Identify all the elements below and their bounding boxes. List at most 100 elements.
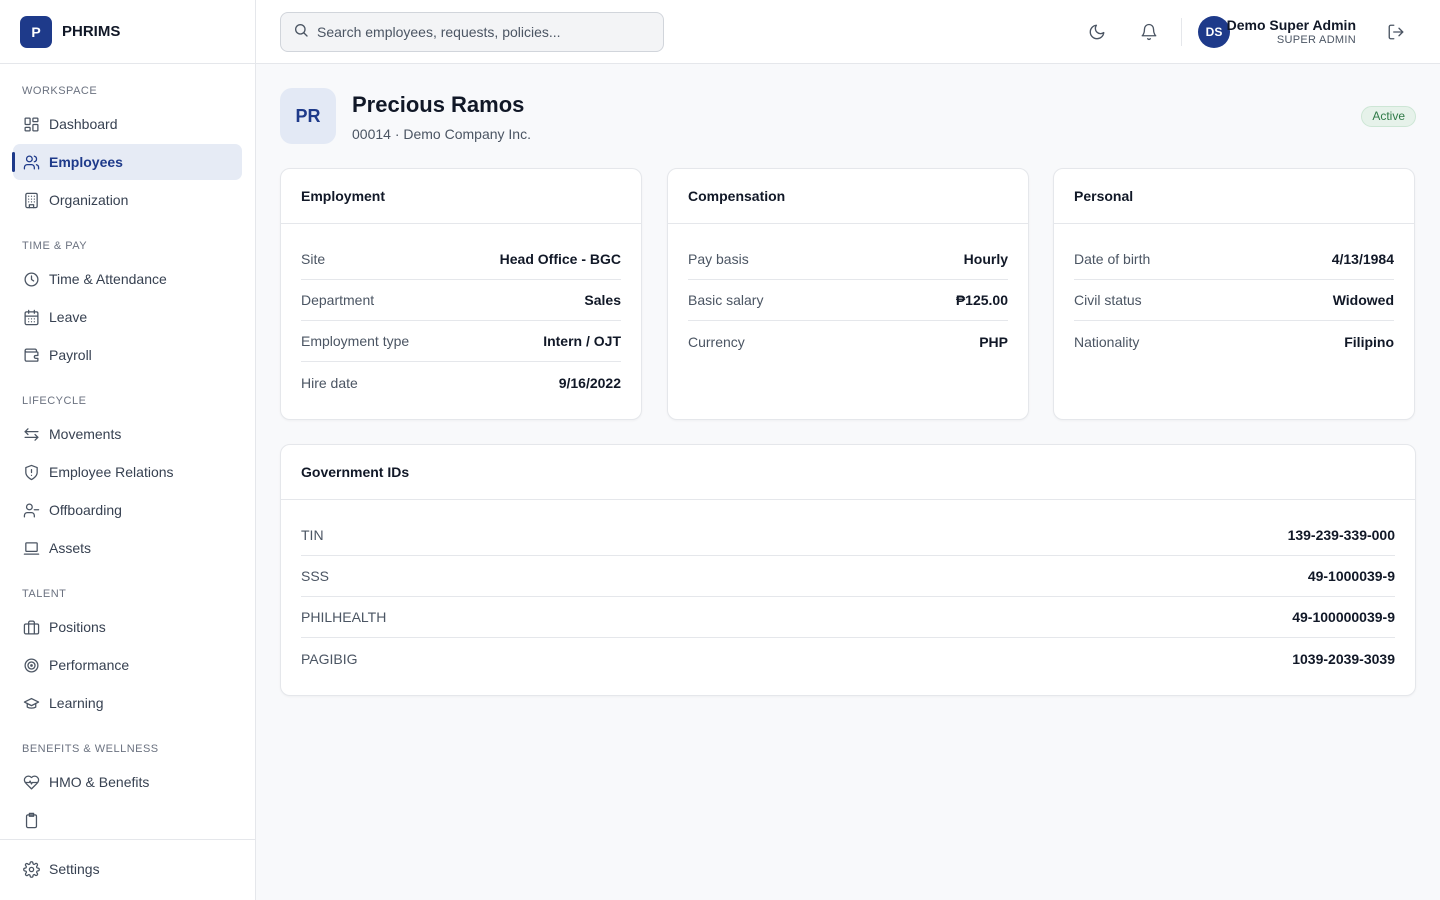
user-name: Demo Super Admin xyxy=(1226,17,1356,33)
row-value: 1039-2039-3039 xyxy=(1292,650,1395,667)
row-value: 139-239-339-000 xyxy=(1287,527,1395,543)
notifications-button[interactable] xyxy=(1135,18,1163,46)
top-header: DS Demo Super Admin SUPER ADMIN xyxy=(256,0,1440,64)
info-row: SSS 49-1000039-9 xyxy=(301,556,1395,597)
briefcase-icon xyxy=(22,618,40,636)
moon-icon xyxy=(1088,23,1106,41)
graduation-cap-icon xyxy=(22,694,40,712)
sidebar-item-offboarding[interactable]: Offboarding xyxy=(13,492,242,528)
profile-avatar: PR xyxy=(280,88,336,144)
government-ids-card: Government IDs TIN 139-239-339-000 SSS 49-1… xyxy=(280,444,1416,696)
sidebar-item-learning[interactable]: Learning xyxy=(13,685,242,721)
sidebar-item-positions[interactable]: Positions xyxy=(13,609,242,645)
sidebar-item-label: Payroll xyxy=(49,347,92,363)
header-divider xyxy=(1181,18,1182,46)
info-row: Basic salary ₱125.00 xyxy=(688,280,1008,321)
row-value: 4/13/1984 xyxy=(1331,251,1394,267)
brand[interactable]: P PHRIMS xyxy=(0,0,255,64)
row-value: Intern / OJT xyxy=(543,333,621,349)
search-box[interactable] xyxy=(280,12,664,52)
sidebar-item-payroll[interactable]: Payroll xyxy=(13,337,242,373)
sidebar-item-leave[interactable]: Leave xyxy=(13,299,242,335)
sidebar-item-more[interactable] xyxy=(13,802,242,838)
sidebar-item-assets[interactable]: Assets xyxy=(13,530,242,566)
search-icon xyxy=(293,22,309,43)
sidebar-item-label: Movements xyxy=(49,426,122,442)
sidebar-item-dashboard[interactable]: Dashboard xyxy=(13,106,242,142)
page-title: Precious Ramos xyxy=(352,92,525,117)
user-role: SUPER ADMIN xyxy=(1276,34,1356,46)
sidebar-item-hmo-benefits[interactable]: HMO & Benefits xyxy=(13,764,242,800)
row-label: Nationality xyxy=(1074,333,1140,350)
status-badge: Active xyxy=(1361,106,1416,127)
row-value: Filipino xyxy=(1344,333,1394,350)
nav-section-title: TIME & PAY xyxy=(22,240,88,252)
sidebar-item-organization[interactable]: Organization xyxy=(13,182,242,218)
info-row: Date of birth 4/13/1984 xyxy=(1074,239,1394,280)
row-value: 49-1000039-9 xyxy=(1307,568,1395,584)
sidebar-item-movements[interactable]: Movements xyxy=(13,416,242,452)
row-value: Hourly xyxy=(963,251,1008,267)
info-row: TIN 139-239-339-000 xyxy=(301,515,1395,556)
gear-icon xyxy=(22,860,40,878)
user-avatar[interactable]: DS xyxy=(1198,16,1230,48)
sidebar-item-time-attendance[interactable]: Time & Attendance xyxy=(13,261,242,297)
sidebar-footer: Settings xyxy=(0,839,255,900)
sidebar-nav: WORKSPACE Dashboard Employees Organization T… xyxy=(0,64,255,839)
info-row: Employment type Intern / OJT xyxy=(301,321,621,362)
nav-group: WORKSPACE Dashboard Employees Organization xyxy=(0,82,255,218)
nav-section-title: BENEFITS & WELLNESS xyxy=(22,743,159,755)
sidebar-item-label: Organization xyxy=(49,192,129,208)
sidebar-item-label: Time & Attendance xyxy=(49,271,167,287)
nav-section-title: WORKSPACE xyxy=(22,85,98,97)
sidebar-item-label: Employee Relations xyxy=(49,464,174,480)
info-row: Civil status Widowed xyxy=(1074,280,1394,321)
nav-group: BENEFITS & WELLNESS HMO & Benefits xyxy=(0,740,255,838)
row-label: Pay basis xyxy=(688,251,749,267)
nav-group: TALENT Positions Performance Learning xyxy=(0,585,255,721)
building-icon xyxy=(22,191,40,209)
card-title: Personal xyxy=(1054,169,1414,224)
sidebar-item-performance[interactable]: Performance xyxy=(13,647,242,683)
row-value: PHP xyxy=(979,333,1008,350)
sidebar-item-label: Dashboard xyxy=(49,116,118,132)
row-label: Department xyxy=(301,292,375,308)
row-value: Head Office - BGC xyxy=(499,251,621,267)
sidebar-item-employee-relations[interactable]: Employee Relations xyxy=(13,454,242,490)
target-icon xyxy=(22,656,40,674)
sidebar-item-label: Positions xyxy=(49,619,106,635)
profile-subtitle: 00014 · Demo Company Inc. xyxy=(352,126,531,142)
row-label: Employment type xyxy=(301,333,410,349)
search-input[interactable] xyxy=(317,24,647,40)
card-body: TIN 139-239-339-000 SSS 49-1000039-9 PHILHEA… xyxy=(281,500,1415,679)
sidebar-item-employees[interactable]: Employees xyxy=(12,144,242,180)
nav-group: LIFECYCLE Movements Employee Relations Offb… xyxy=(0,392,255,566)
clipboard-icon xyxy=(22,811,40,829)
sidebar-item-label: Employees xyxy=(49,154,123,170)
card-title: Employment xyxy=(281,169,641,224)
shield-icon xyxy=(22,463,40,481)
theme-toggle-button[interactable] xyxy=(1083,18,1111,46)
card-body: Site Head Office - BGC Department Sales Empl… xyxy=(281,224,641,403)
row-value: Widowed xyxy=(1332,292,1394,308)
nav-section-title: TALENT xyxy=(22,588,67,600)
wallet-icon xyxy=(22,346,40,364)
row-label: Hire date xyxy=(301,374,358,391)
row-value: ₱125.00 xyxy=(955,292,1008,308)
row-label: Currency xyxy=(688,333,745,350)
row-value: 49-100000039-9 xyxy=(1292,609,1395,625)
compensation-card: Compensation Pay basis Hourly Basic salary… xyxy=(667,168,1029,420)
row-label: Site xyxy=(301,251,326,267)
employment-card: Employment Site Head Office - BGC Departme… xyxy=(280,168,642,420)
calendar-icon xyxy=(22,308,40,326)
info-row: Department Sales xyxy=(301,280,621,321)
personal-card: Personal Date of birth 4/13/1984 Civil sta… xyxy=(1053,168,1415,420)
logout-button[interactable] xyxy=(1382,18,1410,46)
dashboard-icon xyxy=(22,115,40,133)
sidebar: P PHRIMS WORKSPACE Dashboard Employees Orga… xyxy=(0,0,256,900)
row-label: PAGIBIG xyxy=(301,650,358,667)
row-label: TIN xyxy=(301,527,324,543)
brand-logo: P xyxy=(20,15,52,48)
user-minus-icon xyxy=(22,501,40,519)
sidebar-item-settings[interactable]: Settings xyxy=(13,851,242,887)
